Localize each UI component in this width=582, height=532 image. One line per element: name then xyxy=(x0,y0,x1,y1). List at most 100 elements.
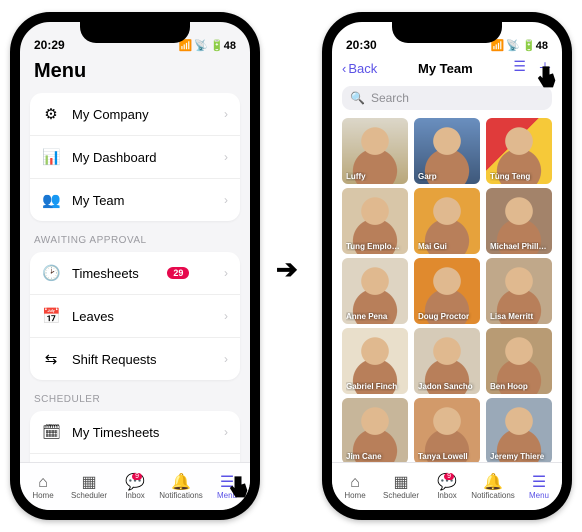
member-name: Garp xyxy=(418,172,476,181)
menu-item-label: Leaves xyxy=(72,309,114,324)
gear-icon: ⚙ xyxy=(42,105,60,123)
team-member-tile[interactable]: Doug Proctor xyxy=(414,258,480,324)
tab-inbox[interactable]: 💬 9 Inbox xyxy=(424,475,470,500)
team-member-tile[interactable]: Gabriel Finch xyxy=(342,328,408,394)
tab-label: Inbox xyxy=(125,491,145,500)
tab-bar: ⌂ Home ▦ Scheduler 💬 9 Inbox 🔔 Notificat… xyxy=(20,462,250,510)
wifi-icon: 📡 xyxy=(506,39,520,52)
member-name: Mai Gui xyxy=(418,242,476,251)
member-name: Jeremy Thiere xyxy=(490,452,548,461)
menu-group-primary: ⚙ My Company › 📊 My Dashboard › 👥 My Tea… xyxy=(30,93,240,221)
team-member-tile[interactable]: Tung Employee xyxy=(342,188,408,254)
menu-item-timesheets[interactable]: 🕑 Timesheets 29 › xyxy=(30,252,240,295)
calendar-icon: 🗓 xyxy=(42,423,60,441)
tab-label: Home xyxy=(32,491,53,500)
filter-button[interactable]: ☰ xyxy=(513,58,526,78)
member-name: Ben Hoop xyxy=(490,382,548,391)
section-awaiting-label: AWAITING APPROVAL xyxy=(30,235,240,252)
menu-item-company[interactable]: ⚙ My Company › xyxy=(30,93,240,136)
back-label: Back xyxy=(348,61,377,76)
phone-team: 20:30 📶 📡 🔋48 ‹ Back My Team ☰ ＋ � xyxy=(322,12,572,520)
member-name: Lisa Merritt xyxy=(490,312,548,321)
menu-scroll[interactable]: ⚙ My Company › 📊 My Dashboard › 👥 My Tea… xyxy=(20,93,250,462)
notch xyxy=(80,21,190,43)
nav-bar: ‹ Back My Team ☰ ＋ xyxy=(332,54,562,86)
menu-item-shift-requests[interactable]: ⇆ Shift Requests › xyxy=(30,338,240,380)
menu-item-team[interactable]: 👥 My Team › xyxy=(30,179,240,221)
count-badge: 9 xyxy=(132,473,142,480)
bell-icon: 🔔 xyxy=(470,475,516,491)
menu-item-label: My Dashboard xyxy=(72,150,157,165)
menu-item-dashboard[interactable]: 📊 My Dashboard › xyxy=(30,136,240,179)
tab-notifications[interactable]: 🔔 Notifications xyxy=(470,475,516,500)
member-name: Gabriel Finch xyxy=(346,382,404,391)
calendar-icon: 📅 xyxy=(42,307,60,325)
team-member-tile[interactable]: Mai Gui xyxy=(414,188,480,254)
tab-bar: ⌂ Home ▦ Scheduler 💬 9 Inbox 🔔 Notificat… xyxy=(332,462,562,510)
tab-scheduler[interactable]: ▦ Scheduler xyxy=(66,475,112,500)
home-icon: ⌂ xyxy=(332,475,378,491)
wifi-icon: 📡 xyxy=(194,39,208,52)
battery-icon: 🔋48 xyxy=(210,39,236,52)
people-icon: 👥 xyxy=(42,191,60,209)
tab-notifications[interactable]: 🔔 Notifications xyxy=(158,475,204,500)
add-button[interactable]: ＋ xyxy=(538,58,552,78)
calendar-icon: ▦ xyxy=(378,475,424,491)
team-member-tile[interactable]: Jadon Sancho xyxy=(414,328,480,394)
battery-icon: 🔋48 xyxy=(522,39,548,52)
tab-scheduler[interactable]: ▦ Scheduler xyxy=(378,475,424,500)
chevron-left-icon: ‹ xyxy=(342,61,346,76)
member-name: Tanya Lowell xyxy=(418,452,476,461)
menu-item-label: My Company xyxy=(72,107,149,122)
search-input[interactable]: 🔍 Search xyxy=(342,86,552,110)
team-grid[interactable]: Luffy Garp Tùng Teng Tung Employee Mai Gui Mi… xyxy=(332,118,562,462)
team-member-tile[interactable]: Luffy xyxy=(342,118,408,184)
member-name: Michael Phillips xyxy=(490,242,548,251)
chevron-right-icon: › xyxy=(224,107,228,121)
clock-icon: 🕑 xyxy=(42,264,60,282)
member-name: Jim Cane xyxy=(346,452,404,461)
count-badge: 29 xyxy=(167,267,189,279)
member-name: Doug Proctor xyxy=(418,312,476,321)
filter-icon: ☰ xyxy=(513,58,526,74)
menu-item-label: My Team xyxy=(72,193,125,208)
team-member-tile[interactable]: Tùng Teng xyxy=(486,118,552,184)
team-member-tile[interactable]: Anne Pena xyxy=(342,258,408,324)
team-member-tile[interactable]: Garp xyxy=(414,118,480,184)
member-name: Jadon Sancho xyxy=(418,382,476,391)
swap-icon: ⇆ xyxy=(42,350,60,368)
tab-label: Menu xyxy=(529,491,549,500)
team-member-tile[interactable]: Jim Cane xyxy=(342,398,408,462)
chevron-right-icon: › xyxy=(224,193,228,207)
tab-home[interactable]: ⌂ Home xyxy=(20,475,66,500)
tab-label: Menu xyxy=(217,491,237,500)
member-name: Tùng Teng xyxy=(490,172,548,181)
back-button[interactable]: ‹ Back xyxy=(342,61,377,76)
tab-label: Home xyxy=(344,491,365,500)
team-member-tile[interactable]: Michael Phillips xyxy=(486,188,552,254)
menu-item-my-leaves[interactable]: 📅 My Leaves › xyxy=(30,454,240,462)
status-time: 20:29 xyxy=(34,38,65,52)
calendar-icon: ▦ xyxy=(66,475,112,491)
team-member-tile[interactable]: Tanya Lowell xyxy=(414,398,480,462)
count-badge: 9 xyxy=(444,473,454,480)
menu-item-my-timesheets[interactable]: 🗓 My Timesheets › xyxy=(30,411,240,454)
member-name: Tung Employee xyxy=(346,242,404,251)
chevron-right-icon: › xyxy=(224,425,228,439)
menu-item-label: Shift Requests xyxy=(72,352,157,367)
menu-item-leaves[interactable]: 📅 Leaves › xyxy=(30,295,240,338)
status-icons: 📶 📡 🔋48 xyxy=(179,39,236,52)
bell-icon: 🔔 xyxy=(158,475,204,491)
chevron-right-icon: › xyxy=(224,150,228,164)
team-member-tile[interactable]: Lisa Merritt xyxy=(486,258,552,324)
team-member-tile[interactable]: Jeremy Thiere xyxy=(486,398,552,462)
tab-inbox[interactable]: 💬 9 Inbox xyxy=(112,475,158,500)
tab-menu[interactable]: ☰ Menu xyxy=(204,475,250,500)
status-icons: 📶 📡 🔋48 xyxy=(491,39,548,52)
tab-label: Scheduler xyxy=(383,491,419,500)
team-member-tile[interactable]: Ben Hoop xyxy=(486,328,552,394)
tab-label: Scheduler xyxy=(71,491,107,500)
chart-icon: 📊 xyxy=(42,148,60,166)
tab-menu[interactable]: ☰ Menu xyxy=(516,475,562,500)
tab-home[interactable]: ⌂ Home xyxy=(332,475,378,500)
